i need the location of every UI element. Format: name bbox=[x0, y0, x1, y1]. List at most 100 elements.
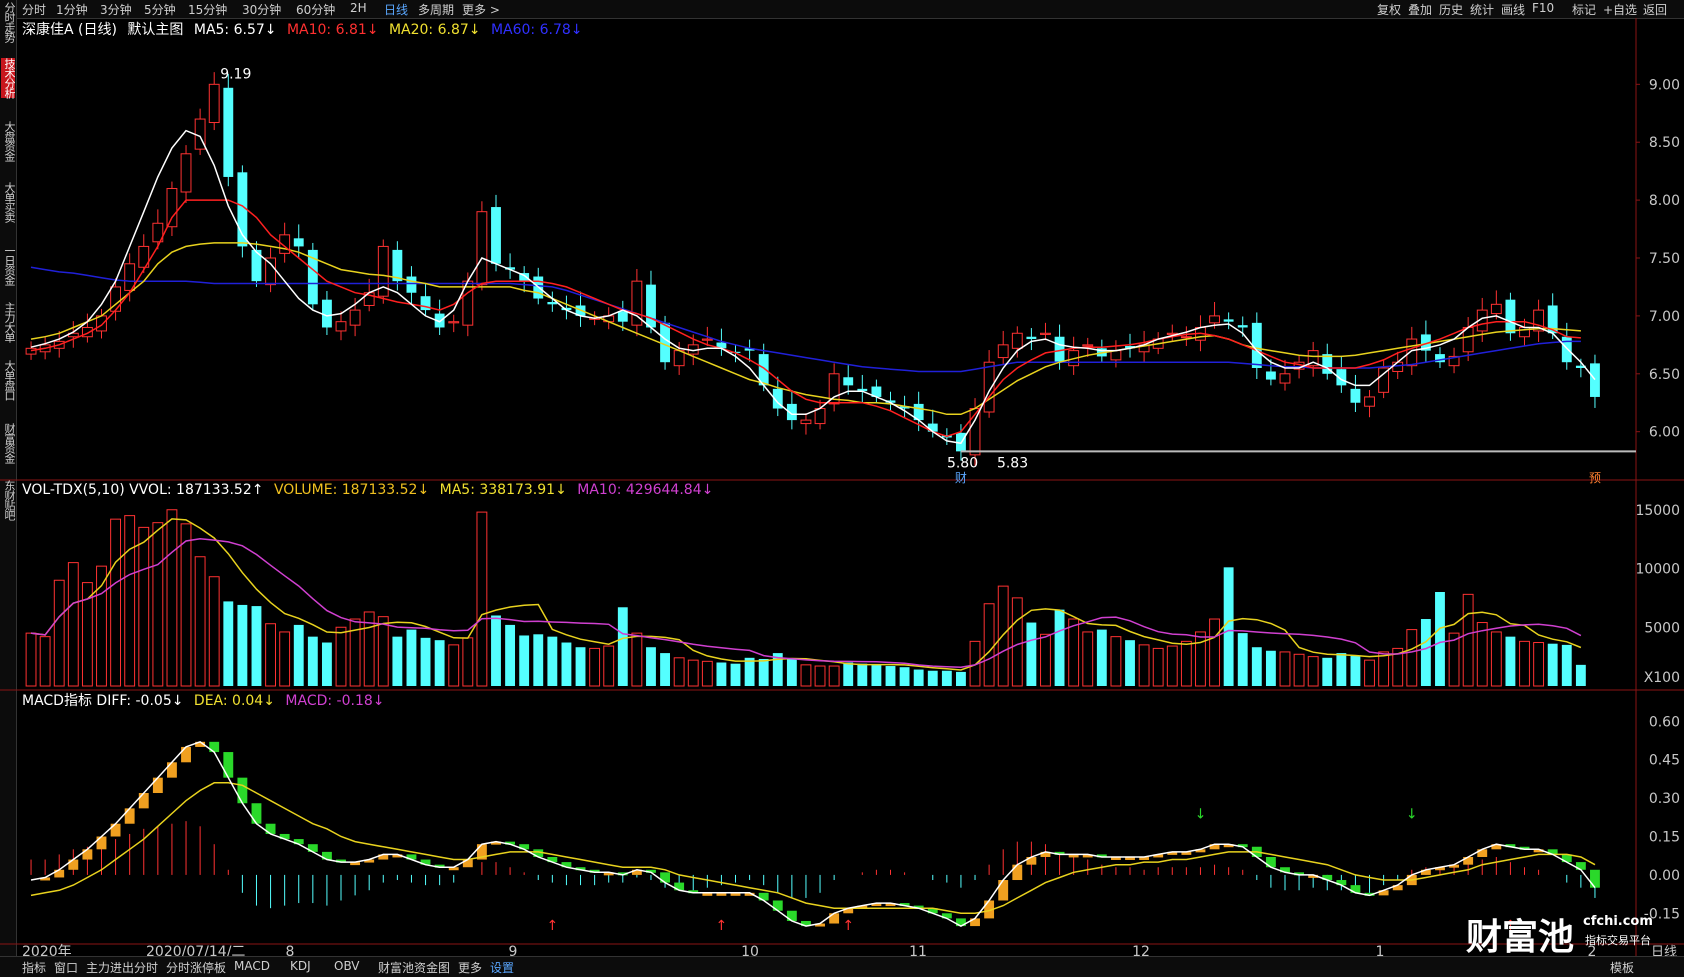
vol-bar-11 bbox=[180, 523, 192, 687]
vol-bar-5 bbox=[96, 565, 107, 687]
price-tick-6: 6.00 bbox=[1649, 425, 1680, 441]
vol-bar-68 bbox=[983, 603, 995, 687]
vol-bar-104 bbox=[1490, 631, 1502, 687]
vol-bar-26 bbox=[392, 636, 403, 686]
vol-bar-52 bbox=[758, 658, 769, 686]
vol-bar-31 bbox=[462, 637, 474, 687]
vol-bar-54 bbox=[786, 658, 797, 686]
candle-body-71 bbox=[1026, 336, 1037, 340]
vol-bar-55 bbox=[800, 664, 812, 687]
vol-bar-19 bbox=[293, 624, 304, 686]
vol-bar-82 bbox=[1180, 640, 1192, 687]
candle-body-69 bbox=[997, 344, 1009, 359]
candle-body-67 bbox=[969, 408, 981, 456]
candle-body-21 bbox=[321, 299, 332, 328]
bottom-item-9[interactable]: 设置 bbox=[490, 959, 514, 976]
macd-tick-4: 0.00 bbox=[1649, 868, 1680, 884]
candle-body-23 bbox=[349, 309, 361, 326]
vol-bar-99 bbox=[1420, 619, 1431, 686]
candle-body-19 bbox=[293, 238, 304, 247]
price-tick-2: 8.00 bbox=[1649, 193, 1680, 209]
vol-bar-70 bbox=[1011, 597, 1023, 687]
bottom-item-5[interactable]: KDJ bbox=[290, 959, 311, 973]
vol-bar-45 bbox=[660, 653, 670, 686]
macd-block-54 bbox=[786, 910, 797, 921]
candle-body-17 bbox=[265, 257, 276, 286]
vol-bar-98 bbox=[1406, 629, 1418, 687]
macd-block-15 bbox=[237, 777, 248, 804]
candle-body-94 bbox=[1350, 388, 1361, 403]
vol-bar-17 bbox=[265, 623, 276, 687]
vol-bar-105 bbox=[1505, 636, 1516, 686]
vol-bar-110 bbox=[1575, 664, 1586, 686]
vol-bar-41 bbox=[603, 645, 615, 687]
macd-block-11 bbox=[181, 746, 191, 763]
vol-bar-80 bbox=[1152, 647, 1164, 687]
vol-bar-50 bbox=[730, 663, 741, 686]
macd-tick-2: 0.30 bbox=[1649, 791, 1680, 807]
candle-body-75 bbox=[1082, 344, 1094, 347]
vol-bar-22 bbox=[335, 626, 347, 687]
vol-bar-33 bbox=[491, 615, 501, 686]
bottom-toolbar: 指标 窗口 主力进出分时 分时涨停板 MACD KDJ OBV 财富池资金图 更多 设置 模板 bbox=[0, 956, 1684, 977]
bottom-item-3[interactable]: 分时涨停板 bbox=[166, 959, 226, 976]
candle-body-5 bbox=[96, 315, 107, 332]
candle-body-14 bbox=[223, 87, 234, 177]
template-button[interactable]: 模板 bbox=[1610, 959, 1634, 976]
bottom-item-4[interactable]: MACD bbox=[234, 959, 270, 973]
macd-block-70 bbox=[1012, 864, 1023, 881]
vol-bar-74 bbox=[1068, 618, 1080, 687]
vol-bar-16 bbox=[251, 606, 262, 686]
price-tick-0: 9.00 bbox=[1649, 77, 1680, 93]
macd-block-17 bbox=[265, 823, 276, 834]
candle-body-58 bbox=[843, 377, 854, 386]
candle-body-95 bbox=[1364, 396, 1375, 407]
low-annotation-left: 5.80 bbox=[947, 455, 978, 471]
bottom-item-6[interactable]: OBV bbox=[334, 959, 360, 973]
vol-bar-32 bbox=[476, 511, 488, 687]
watermark-brand: 财富池 bbox=[1466, 917, 1575, 958]
vol-bar-91 bbox=[1307, 656, 1319, 687]
vol-bar-62 bbox=[899, 667, 910, 686]
price-tick-1: 8.50 bbox=[1649, 135, 1680, 151]
vol-tick-0: 15000 bbox=[1635, 503, 1680, 519]
vol-bar-27 bbox=[406, 629, 417, 686]
macd-block-10 bbox=[167, 762, 177, 778]
vol-bar-87 bbox=[1251, 647, 1262, 686]
vol-bar-64 bbox=[927, 670, 938, 686]
bottom-item-2[interactable]: 主力进出分时 bbox=[86, 959, 158, 976]
vol-bar-3 bbox=[67, 562, 79, 687]
vol-ma10-line bbox=[30, 537, 1582, 669]
candle-body-97 bbox=[1392, 361, 1404, 372]
bottom-item-8[interactable]: 更多 bbox=[458, 959, 482, 976]
candle-body-77 bbox=[1110, 350, 1122, 361]
candle-body-22 bbox=[335, 321, 347, 332]
bottom-item-7[interactable]: 财富池资金图 bbox=[378, 959, 450, 976]
chart-canvas[interactable]: 9.00 8.50 8.00 7.50 7.00 6.50 6.00 9.19 5.80 5.83… bbox=[0, 0, 1684, 976]
vol-bar-35 bbox=[519, 635, 530, 686]
vol-bar-66 bbox=[956, 671, 966, 686]
vol-bar-93 bbox=[1336, 653, 1347, 686]
vol-bar-85 bbox=[1223, 567, 1234, 686]
diff-line bbox=[30, 740, 1596, 927]
macd-block-6 bbox=[110, 823, 121, 837]
price-tick-5: 6.50 bbox=[1649, 367, 1680, 383]
vol-bar-46 bbox=[673, 657, 685, 687]
candle-body-42 bbox=[617, 311, 628, 322]
bottom-item-0[interactable]: 指标 bbox=[22, 959, 46, 976]
bottom-item-1[interactable]: 窗口 bbox=[54, 959, 78, 976]
candle-body-109 bbox=[1561, 336, 1572, 363]
candle-body-105 bbox=[1505, 299, 1516, 334]
vol-bar-34 bbox=[505, 624, 516, 686]
macd-block-111 bbox=[1590, 869, 1600, 888]
vol-bar-81 bbox=[1166, 645, 1178, 687]
vol-bar-63 bbox=[913, 669, 924, 686]
macd-block-69 bbox=[998, 880, 1009, 901]
vol-bar-1 bbox=[39, 636, 51, 687]
vol-bar-14 bbox=[223, 601, 234, 686]
vol-tick-1: 10000 bbox=[1635, 562, 1680, 578]
macd-block-7 bbox=[124, 808, 135, 824]
macd-block-4 bbox=[82, 849, 93, 860]
candle-body-98 bbox=[1406, 338, 1418, 367]
candle-body-88 bbox=[1265, 371, 1276, 380]
